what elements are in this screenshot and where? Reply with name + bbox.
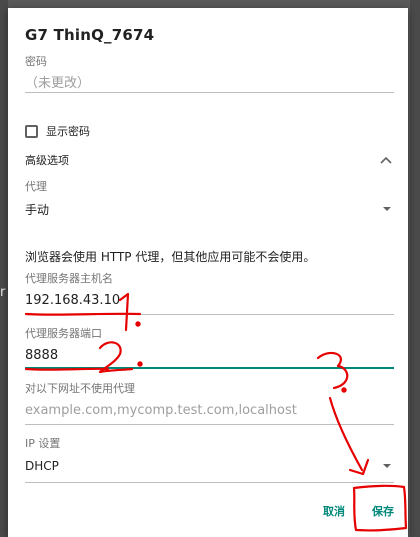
proxy-port-underline (25, 367, 394, 369)
proxy-port-label: 代理服务器端口 (25, 327, 102, 340)
password-label: 密码 (25, 55, 47, 68)
background-text: r (0, 285, 6, 300)
proxy-select[interactable]: 手动 (25, 199, 394, 219)
dropdown-arrow-icon (383, 464, 391, 468)
bypass-label: 对以下网址不使用代理 (25, 382, 135, 395)
ip-settings-select-value: DHCP (25, 459, 59, 473)
show-password-checkbox[interactable] (25, 124, 38, 138)
proxy-select-value: 手动 (25, 202, 50, 217)
bypass-underline (25, 424, 394, 425)
wifi-network-dialog: G7 ThinQ_7674 密码 （未更改） 显示密码 高级选项 代理 手动 浏… (8, 8, 408, 537)
proxy-hostname-input[interactable]: 192.168.43.10 (25, 293, 120, 308)
show-password-row[interactable]: 显示密码 (25, 122, 90, 140)
advanced-options-toggle[interactable]: 高级选项 (25, 150, 394, 170)
screen: r G7 ThinQ_7674 密码 （未更改） 显示密码 高级选项 代理 手动 (0, 0, 420, 537)
proxy-label: 代理 (25, 180, 47, 193)
show-password-label: 显示密码 (46, 125, 90, 138)
ip-settings-select[interactable]: DHCP (25, 456, 394, 476)
advanced-options-label: 高级选项 (25, 154, 69, 167)
proxy-hostname-label: 代理服务器主机名 (25, 272, 113, 285)
background-left (0, 0, 8, 537)
save-button[interactable]: 保存 (372, 503, 394, 519)
password-input[interactable]: （未更改） (25, 72, 90, 91)
dropdown-arrow-icon (383, 207, 391, 211)
proxy-port-input[interactable]: 8888 (25, 348, 58, 363)
ip-settings-underline (25, 482, 394, 483)
proxy-notice: 浏览器会使用 HTTP 代理，但其他应用可能不会使用。 (25, 250, 316, 264)
ip-settings-label: IP 设置 (25, 437, 61, 450)
proxy-hostname-underline (25, 314, 394, 315)
chevron-up-icon[interactable] (378, 152, 394, 168)
dialog-title: G7 ThinQ_7674 (25, 26, 155, 44)
cancel-button[interactable]: 取消 (323, 503, 345, 519)
background-right (410, 0, 420, 537)
bypass-input[interactable]: example.com,mycomp.test.com,localhost (25, 403, 297, 418)
password-underline (25, 92, 394, 93)
